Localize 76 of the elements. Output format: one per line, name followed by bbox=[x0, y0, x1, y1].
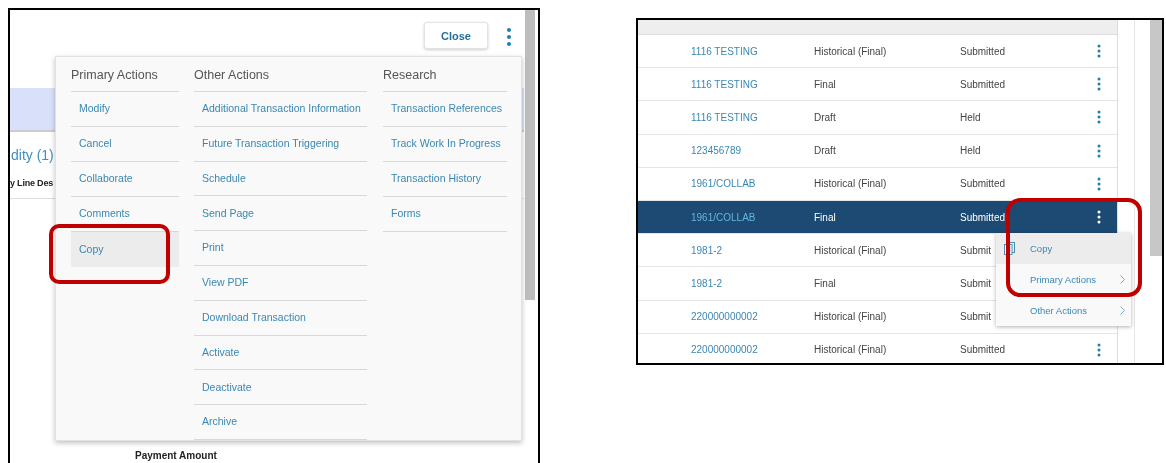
table-cell: Submitted bbox=[960, 178, 1006, 190]
reference-link[interactable]: 1116 TESTING bbox=[691, 78, 814, 90]
menu-item[interactable]: Copy bbox=[71, 232, 179, 267]
column-header: y Line Des bbox=[10, 178, 54, 188]
more-options-icon[interactable] bbox=[1097, 210, 1102, 225]
table-row[interactable]: 220000000002 Historical (Final) Submitted bbox=[638, 333, 1118, 363]
table-cell: Held bbox=[960, 111, 981, 123]
scrollbar[interactable] bbox=[1150, 20, 1162, 256]
reference-link[interactable]: 1981-2 bbox=[691, 244, 814, 256]
scrollbar[interactable] bbox=[525, 10, 535, 300]
field-label: Payment Amount bbox=[135, 450, 217, 461]
menu-heading: Research bbox=[383, 57, 507, 92]
reference-link[interactable]: 220000000002 bbox=[691, 311, 814, 323]
table-cell-text: Draft bbox=[814, 145, 837, 157]
table-cell: Submit bbox=[960, 277, 992, 289]
table-cell: Submitted bbox=[960, 78, 1006, 90]
table-cell: Held bbox=[960, 145, 981, 157]
table-row[interactable]: 1116 TESTING Historical (Final) Submitted bbox=[638, 35, 1118, 69]
menu-heading: Primary Actions bbox=[71, 57, 179, 92]
reference-link[interactable]: 1981-2 bbox=[691, 277, 814, 289]
table-row[interactable]: 123456789 Draft Held bbox=[638, 134, 1118, 168]
menu-item[interactable]: Transaction History bbox=[383, 162, 507, 197]
menu-item[interactable]: Archive bbox=[194, 405, 367, 440]
table-cell-text: Final bbox=[814, 211, 837, 223]
menu-item[interactable]: Deactivate bbox=[194, 370, 367, 406]
more-options-icon[interactable] bbox=[1097, 77, 1102, 92]
menu-item[interactable]: Cancel bbox=[71, 127, 179, 162]
menu-item[interactable]: Activate bbox=[194, 335, 367, 371]
reference-link[interactable]: 1116 TESTING bbox=[691, 111, 814, 123]
more-options-icon[interactable] bbox=[1097, 342, 1102, 357]
close-button[interactable]: Close bbox=[424, 22, 488, 49]
reference-link[interactable]: 1961/COLLAB bbox=[691, 211, 814, 223]
table-cell-text: Historical (Final) bbox=[814, 45, 888, 57]
table-row[interactable]: 1961/COLLAB Historical (Final) Submitted bbox=[638, 167, 1118, 201]
menu-item[interactable]: Download Transaction bbox=[194, 300, 367, 336]
table-cell: Submitted bbox=[960, 344, 1006, 356]
table-cell-text: Historical (Final) bbox=[814, 311, 888, 323]
table-row[interactable]: 1116 TESTING Draft Held bbox=[638, 101, 1118, 135]
copy-icon bbox=[1004, 242, 1015, 255]
menu-item[interactable]: Send Page bbox=[194, 196, 367, 232]
table-cell: Submit bbox=[960, 244, 992, 256]
table-cell-text: Draft bbox=[814, 111, 837, 123]
chevron-right-icon bbox=[1120, 275, 1125, 284]
tab-label[interactable]: dity (1) bbox=[11, 147, 54, 163]
chevron-right-icon bbox=[1120, 306, 1125, 315]
menu-heading: Other Actions bbox=[194, 57, 367, 92]
table-cell: Submitted bbox=[960, 45, 1006, 57]
reference-link[interactable]: 220000000002 bbox=[691, 344, 814, 356]
table-cell-text: Historical (Final) bbox=[814, 244, 888, 256]
menu-item[interactable]: Future Transaction Triggering bbox=[194, 126, 367, 162]
reference-link[interactable]: 123456789 bbox=[691, 145, 814, 157]
more-options-icon[interactable] bbox=[1097, 110, 1102, 125]
menu-item[interactable]: Additional Transaction Information bbox=[194, 92, 367, 127]
table-cell-text: Final bbox=[814, 78, 837, 90]
menu-item[interactable]: Schedule bbox=[194, 161, 367, 197]
menu-item[interactable]: Collaborate bbox=[71, 162, 179, 197]
table-row[interactable]: 1116 TESTING Final Submitted bbox=[638, 68, 1118, 102]
table-cell: Submit bbox=[960, 311, 992, 323]
more-options-icon[interactable] bbox=[1097, 143, 1102, 158]
menu-item[interactable]: Track Work In Progress bbox=[383, 127, 507, 162]
table-cell-text: Final bbox=[814, 277, 837, 289]
more-options-icon[interactable] bbox=[1097, 176, 1102, 191]
reference-link[interactable]: 1116 TESTING bbox=[691, 45, 814, 57]
table-row[interactable]: 1961/COLLAB Final Submitted bbox=[638, 200, 1118, 235]
more-options-icon[interactable] bbox=[1097, 44, 1102, 59]
menu-item[interactable]: Print bbox=[194, 231, 367, 266]
table-cell: Submitted bbox=[960, 211, 1006, 223]
table-cell-text: Historical (Final) bbox=[814, 178, 888, 190]
menu-item[interactable]: Modify bbox=[71, 92, 179, 127]
more-options-icon[interactable] bbox=[506, 27, 512, 47]
reference-link[interactable]: 1961/COLLAB bbox=[691, 178, 814, 190]
table-cell-text: Historical (Final) bbox=[814, 344, 888, 356]
menu-item[interactable]: View PDF bbox=[194, 266, 367, 301]
menu-item[interactable]: Forms bbox=[383, 197, 507, 232]
menu-item[interactable]: Copy bbox=[996, 233, 1131, 264]
menu-item[interactable]: Transaction References bbox=[383, 92, 507, 127]
